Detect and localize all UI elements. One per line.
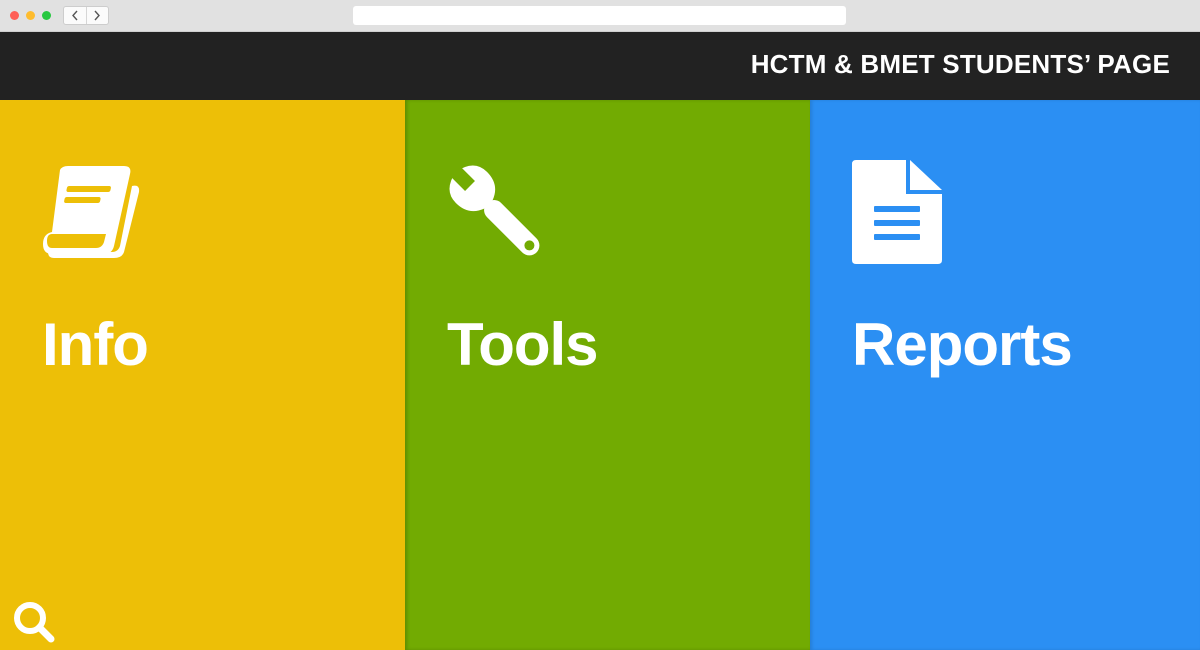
chevron-left-icon [71, 10, 78, 21]
document-icon [852, 160, 942, 264]
browser-nav-buttons [63, 6, 109, 25]
tile-tools-label: Tools [447, 311, 599, 378]
forward-button[interactable] [85, 7, 109, 24]
close-window-button[interactable] [10, 11, 19, 20]
site-header: HCTM & BMET STUDENTS’ PAGE [0, 32, 1200, 100]
book-icon [43, 166, 140, 258]
search-button[interactable] [12, 600, 56, 644]
tile-reports[interactable]: Reports [810, 100, 1200, 650]
wrench-icon [448, 164, 540, 256]
back-button[interactable] [64, 7, 86, 24]
maximize-window-button[interactable] [42, 11, 51, 20]
tile-reports-label: Reports [852, 311, 1073, 378]
tile-tools[interactable]: Tools [405, 100, 810, 650]
tile-grid: Info Tools Reports [0, 100, 1200, 650]
tile-info-label: Info [42, 311, 149, 378]
address-bar[interactable] [353, 6, 846, 25]
minimize-window-button[interactable] [26, 11, 35, 20]
search-icon [14, 602, 55, 643]
tile-info[interactable]: Info [0, 100, 405, 650]
site-title: HCTM & BMET STUDENTS’ PAGE [750, 49, 1170, 79]
browser-toolbar [0, 0, 1200, 32]
chevron-right-icon [94, 10, 101, 21]
